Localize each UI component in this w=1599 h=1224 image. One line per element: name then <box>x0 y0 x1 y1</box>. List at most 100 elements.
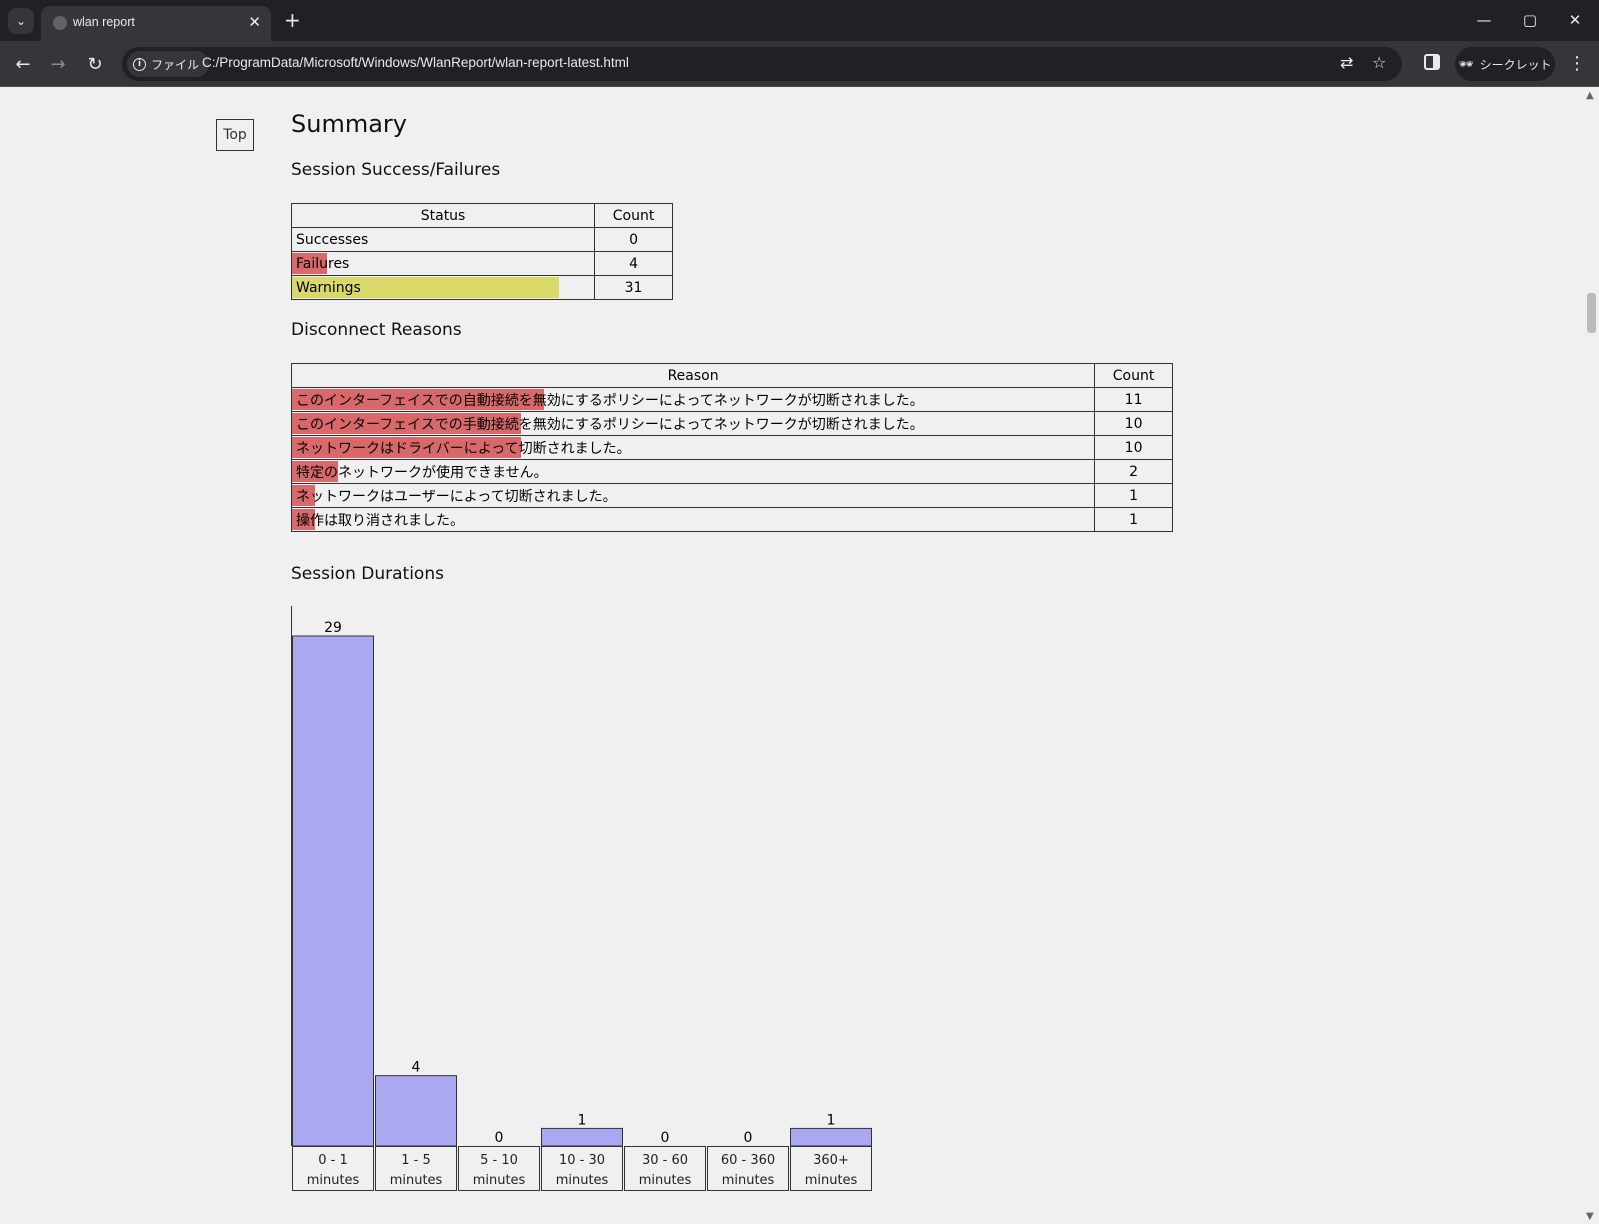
reason-label: このインターフェイスでの手動接続を無効にするポリシーによってネットワークが切断さ… <box>296 416 924 433</box>
reason-label: 操作は取り消されました。 <box>296 512 464 529</box>
status-label-cell: Warnings <box>290 275 596 300</box>
chart-tick-label: minutes <box>473 1173 526 1188</box>
reason-label-cell: ネットワークはユーザーによって切断されました。 <box>290 483 1096 508</box>
reason-row: このインターフェイスでの自動接続を無効にするポリシーによってネットワークが切断さ… <box>290 387 1173 412</box>
side-panel-icon[interactable] <box>1424 54 1440 70</box>
title-bar: ⌄ wlan report ✕ + — ▢ ✕ <box>0 0 1599 41</box>
incognito-label: シークレット <box>1479 57 1552 72</box>
globe-icon <box>53 16 67 30</box>
new-tab-button[interactable]: + <box>284 8 301 32</box>
tab-title: wlan report <box>73 15 135 29</box>
reason-label-cell: このインターフェイスでの自動接続を無効にするポリシーによってネットワークが切断さ… <box>290 387 1096 412</box>
chart-tick-label: minutes <box>639 1173 692 1188</box>
chart-tick-label: minutes <box>722 1173 775 1188</box>
count-header: Count <box>594 203 673 228</box>
chart-bar <box>790 1127 872 1147</box>
chart-tick-label: 60 - 360 <box>721 1153 775 1168</box>
reason-label-cell: ネットワークはドライバーによって切断されました。 <box>290 435 1096 460</box>
translate-icon[interactable]: ⇄ <box>1340 53 1353 72</box>
chart-bar <box>292 635 374 1147</box>
chart-data-label: 0 <box>744 1130 753 1146</box>
status-label-cell: Successes <box>290 227 596 252</box>
reason-count: 1 <box>1094 507 1173 532</box>
vertical-scrollbar[interactable]: ▲ ▼ <box>1583 88 1599 1224</box>
scroll-down-arrow-icon[interactable]: ▼ <box>1586 1211 1594 1222</box>
status-label: Warnings <box>296 279 361 296</box>
reason-label: このインターフェイスでの自動接続を無効にするポリシーによってネットワークが切断さ… <box>296 392 924 409</box>
reason-table: Reason Count このインターフェイスでの自動接続を無効にするポリシーに… <box>290 363 1173 532</box>
chart-tick-label: 10 - 30 <box>559 1153 605 1168</box>
chart-tick-label: 0 - 1 <box>318 1153 348 1168</box>
site-info-chip[interactable]: i ファイル <box>127 51 210 77</box>
chart-tick-label: minutes <box>805 1173 858 1188</box>
tab-search-chevron-icon[interactable]: ⌄ <box>8 8 34 34</box>
reason-count: 2 <box>1094 459 1173 484</box>
disconnect-heading: Disconnect Reasons <box>291 320 462 340</box>
chart-tick-label: 5 - 10 <box>480 1153 518 1168</box>
status-label: Failures <box>296 255 350 272</box>
reason-row: ネットワークはユーザーによって切断されました。 1 <box>290 483 1173 508</box>
session-heading: Session Success/Failures <box>291 160 501 180</box>
reason-label-cell: このインターフェイスでの手動接続を無効にするポリシーによってネットワークが切断さ… <box>290 411 1096 436</box>
more-menu-icon[interactable]: ⋮ <box>1568 53 1586 74</box>
chart-data-label: 1 <box>827 1112 836 1128</box>
address-bar[interactable]: i ファイル C:/ProgramData/Microsoft/Windows/… <box>122 47 1402 81</box>
scroll-up-arrow-icon[interactable]: ▲ <box>1586 90 1594 101</box>
status-count: 0 <box>594 227 673 252</box>
reason-row: 特定のネットワークが使用できません。 2 <box>290 459 1173 484</box>
status-count: 31 <box>594 275 673 300</box>
site-info-label: ファイル <box>151 57 200 72</box>
reload-icon[interactable]: ↻ <box>82 51 108 77</box>
status-table: Status Count Successes 0 Failures 4 Warnings… <box>290 203 673 300</box>
maximize-icon[interactable]: ▢ <box>1510 6 1550 34</box>
chart-tick-label: minutes <box>556 1173 609 1188</box>
status-row: Warnings 31 <box>290 275 673 300</box>
reason-count: 10 <box>1094 435 1173 460</box>
forward-arrow-icon[interactable]: → <box>45 51 71 77</box>
close-tab-icon[interactable]: ✕ <box>248 13 261 31</box>
page-content: Top Summary Session Success/Failures Sta… <box>0 88 1583 1224</box>
reason-row: 操作は取り消されました。 1 <box>290 507 1173 532</box>
chart-tick-label: 360+ <box>813 1153 849 1168</box>
tab-wlan-report[interactable]: wlan report ✕ <box>41 6 271 41</box>
status-row: Successes 0 <box>290 227 673 252</box>
chart-data-label: 1 <box>578 1112 587 1128</box>
reason-count: 11 <box>1094 387 1173 412</box>
url-text[interactable]: C:/ProgramData/Microsoft/Windows/WlanRep… <box>202 55 629 70</box>
chart-data-label: 4 <box>412 1060 421 1076</box>
scroll-thumb[interactable] <box>1587 293 1596 333</box>
reason-count: 1 <box>1094 483 1173 508</box>
reason-row: ネットワークはドライバーによって切断されました。 10 <box>290 435 1173 460</box>
reason-label-cell: 操作は取り消されました。 <box>290 507 1096 532</box>
chart-bar <box>375 1075 457 1147</box>
durations-heading: Session Durations <box>291 564 444 584</box>
browser-toolbar: ← → ↻ i ファイル C:/ProgramData/Microsoft/Wi… <box>0 41 1599 87</box>
chart-bar <box>541 1127 623 1147</box>
chart-data-label: 0 <box>661 1130 670 1146</box>
status-row: Failures 4 <box>290 251 673 276</box>
session-durations-chart: 29 0 - 1 minutes 4 1 - 5 minutes 0 5 - 10 minute… <box>291 606 872 1191</box>
incognito-icon: 🕶 <box>1458 57 1474 71</box>
bookmark-star-icon[interactable]: ☆ <box>1372 53 1386 72</box>
chart-tick-label: 30 - 60 <box>642 1153 688 1168</box>
reason-count: 10 <box>1094 411 1173 436</box>
reason-label-cell: 特定のネットワークが使用できません。 <box>290 459 1096 484</box>
top-link[interactable]: Top <box>216 119 254 151</box>
reason-row: このインターフェイスでの手動接続を無効にするポリシーによってネットワークが切断さ… <box>290 411 1173 436</box>
back-arrow-icon[interactable]: ← <box>10 51 36 77</box>
chart-data-label: 0 <box>495 1130 504 1146</box>
status-label: Successes <box>296 231 369 248</box>
minimize-icon[interactable]: — <box>1464 6 1504 34</box>
reason-header: Reason <box>290 363 1096 388</box>
chart-tick-label: minutes <box>307 1173 360 1188</box>
page-title: Summary <box>291 110 407 138</box>
status-label-cell: Failures <box>290 251 596 276</box>
reason-label: ネットワークはドライバーによって切断されました。 <box>296 440 631 457</box>
chart-tick-label: 1 - 5 <box>401 1153 431 1168</box>
close-window-icon[interactable]: ✕ <box>1555 6 1595 34</box>
status-header: Status <box>290 203 596 228</box>
reason-label: ネットワークはユーザーによって切断されました。 <box>296 488 617 505</box>
incognito-button[interactable]: 🕶 シークレット <box>1455 47 1555 81</box>
status-count: 4 <box>594 251 673 276</box>
chart-data-label: 29 <box>324 620 342 636</box>
